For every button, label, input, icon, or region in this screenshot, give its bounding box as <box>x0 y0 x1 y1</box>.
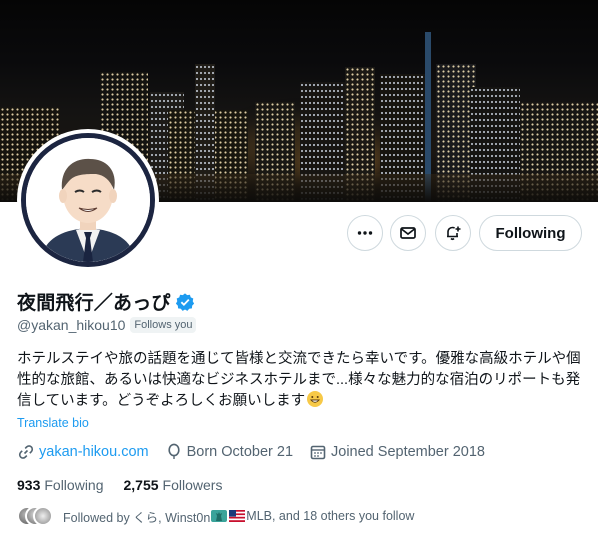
avatar <box>33 506 53 526</box>
follow-stats: 933 Following 2,755 Followers <box>17 477 242 493</box>
following-stat[interactable]: 933 Following <box>17 477 104 493</box>
website-item: yakan-hikou.com <box>17 443 149 461</box>
followed-by-avatars <box>17 506 53 526</box>
message-button[interactable] <box>390 215 426 251</box>
calendar-icon <box>310 445 326 460</box>
followed-by-row[interactable]: Followed by くら, Winst0n MLB, and 18 othe… <box>17 506 414 526</box>
following-label: Following <box>44 477 104 493</box>
notifications-button[interactable] <box>435 215 471 251</box>
handle-row: @yakan_hikou10 Follows you <box>17 317 197 333</box>
envelope-icon <box>400 227 416 239</box>
link-icon <box>18 445 34 459</box>
birthday-text: Born October 21 <box>186 444 294 460</box>
joined-item: Joined September 2018 <box>309 443 485 461</box>
statue-of-liberty-emoji-icon <box>211 510 228 522</box>
bio-text: ホテルステイや旅の話題を通じて皆様と交流できたら幸いです。優雅な高級ホテルや個性… <box>17 351 581 409</box>
more-button[interactable] <box>347 215 383 251</box>
followed-by-text-suffix: MLB, and 18 others you follow <box>246 509 415 523</box>
profile-bio: ホテルステイや旅の話題を通じて皆様と交流できたら幸いです。優雅な高級ホテルや個性… <box>17 349 589 412</box>
following-count: 933 <box>17 477 41 493</box>
followed-by-text-prefix: Followed by くら, Winst0n <box>63 510 211 525</box>
name-row: 夜間飛行／あっぴ <box>17 288 195 315</box>
verified-badge-icon[interactable] <box>175 292 195 312</box>
balloon-icon <box>168 443 180 459</box>
followers-count: 2,755 <box>123 477 159 493</box>
grinning-face-emoji-icon <box>307 391 324 407</box>
follows-you-badge: Follows you <box>130 317 197 333</box>
profile-meta: yakan-hikou.com Born October 21 Joined S… <box>17 443 501 461</box>
joined-text: Joined September 2018 <box>331 444 485 460</box>
profile-actions: Following <box>0 215 598 251</box>
following-button[interactable]: Following <box>479 215 582 251</box>
website-link[interactable]: yakan-hikou.com <box>39 444 149 460</box>
birthday-item: Born October 21 <box>165 443 293 461</box>
followers-label: Followers <box>162 477 223 493</box>
translate-bio-link[interactable]: Translate bio <box>17 416 89 430</box>
bell-plus-icon <box>447 226 461 241</box>
more-horizontal-icon <box>357 231 373 235</box>
display-name: 夜間飛行／あっぴ <box>17 293 171 314</box>
followers-stat[interactable]: 2,755 Followers <box>124 477 223 493</box>
user-handle: @yakan_hikou10 <box>17 317 126 333</box>
us-flag-emoji-icon <box>229 510 246 522</box>
